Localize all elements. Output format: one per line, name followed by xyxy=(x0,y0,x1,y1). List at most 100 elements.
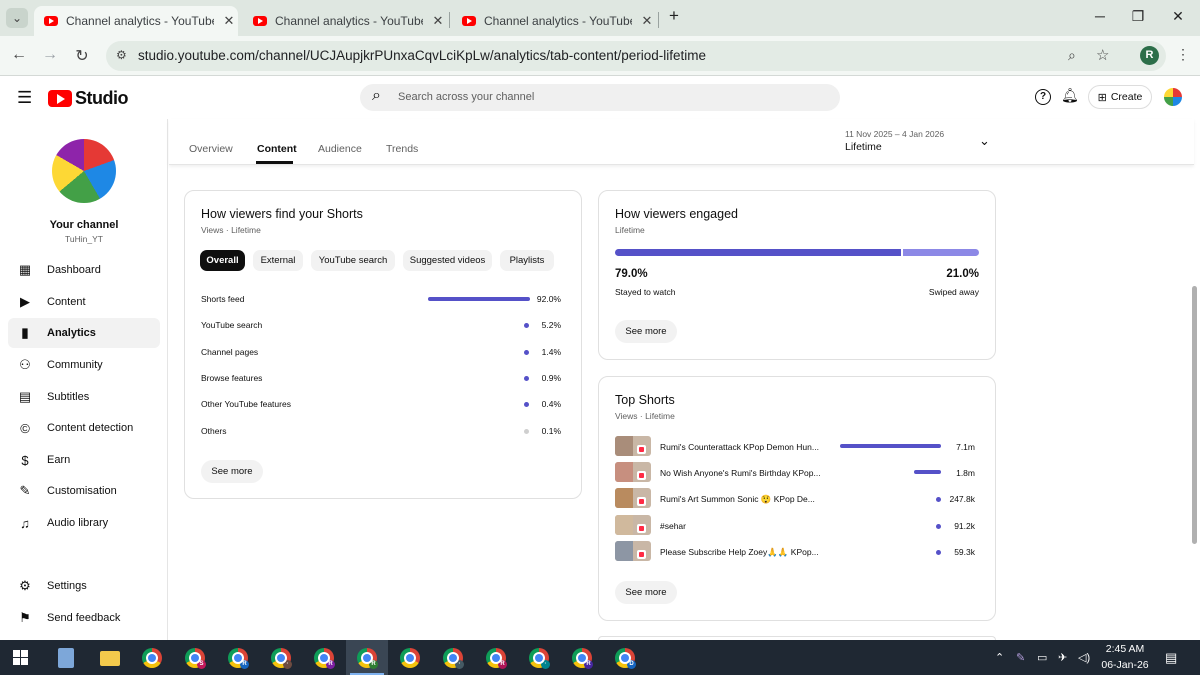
chrome-profile-icon[interactable]: R xyxy=(572,648,593,669)
battery-icon[interactable]: ▭ xyxy=(1037,651,1047,664)
address-bar[interactable]: ⚙ studio.youtube.com/channel/UCJAupjkrPU… xyxy=(106,41,1166,71)
tab-audience[interactable]: Audience xyxy=(318,143,362,155)
chrome-profile-icon[interactable]: R xyxy=(314,648,335,669)
short-title[interactable]: No Wish Anyone's Rumi's Birthday KPop... xyxy=(660,468,821,478)
short-thumbnail[interactable] xyxy=(615,488,651,508)
browser-profile-avatar[interactable]: R xyxy=(1140,46,1159,65)
period-range[interactable]: 11 Nov 2025 – 4 Jan 2026 xyxy=(845,129,944,139)
studio-logo[interactable]: Studio xyxy=(48,88,129,109)
chrome-profile-icon[interactable]: · xyxy=(529,648,550,669)
channel-search-input[interactable]: ⌕ Search across your channel xyxy=(360,84,840,111)
tab-overview[interactable]: Overview xyxy=(189,143,233,155)
see-more-button[interactable]: See more xyxy=(615,581,677,604)
chip-youtube-search[interactable]: YouTube search xyxy=(311,250,395,271)
chip-overall[interactable]: Overall xyxy=(200,250,245,271)
content-icon: ▶ xyxy=(20,294,30,309)
sidebar-item-audio-library[interactable]: ♫ Audio library xyxy=(8,508,160,538)
clock-date[interactable]: 06-Jan-26 xyxy=(1100,659,1150,671)
tab-separator xyxy=(449,12,450,28)
notification-center-icon[interactable]: ▤ xyxy=(1165,650,1177,666)
chrome-profile-icon[interactable]: R xyxy=(357,648,378,669)
sidebar-item-send-feedback[interactable]: ⚑ Send feedback xyxy=(8,603,160,633)
short-thumbnail[interactable] xyxy=(615,436,651,456)
create-label: Create xyxy=(1110,91,1143,103)
see-more-button[interactable]: See more xyxy=(615,320,677,343)
tab-search-icon[interactable]: ⌄ xyxy=(6,8,28,28)
restore-icon[interactable]: ❐ xyxy=(1128,8,1148,25)
close-tab-icon[interactable]: ✕ xyxy=(222,13,236,29)
clock-time[interactable]: 2:45 AM xyxy=(1102,643,1148,655)
close-window-icon[interactable]: ✕ xyxy=(1168,8,1188,25)
short-title[interactable]: Rumi's Counterattack KPop Demon Hun... xyxy=(660,442,819,452)
sidebar-item-customisation[interactable]: ✎ Customisation xyxy=(8,476,160,506)
calculator-icon[interactable] xyxy=(58,648,74,668)
minimize-icon[interactable]: ─ xyxy=(1090,8,1110,24)
chrome-profile-icon[interactable]: · xyxy=(443,648,464,669)
chrome-profile-icon[interactable]: R xyxy=(486,648,507,669)
card-title: How viewers engaged xyxy=(615,207,738,221)
network-icon[interactable]: ✈ xyxy=(1058,651,1067,664)
chevron-down-icon[interactable]: ⌄ xyxy=(979,133,990,149)
short-thumbnail[interactable] xyxy=(615,462,651,482)
period-label[interactable]: Lifetime xyxy=(845,141,882,153)
zoom-icon[interactable]: ⌕ xyxy=(1068,47,1076,64)
tab-content[interactable]: Content xyxy=(257,143,297,155)
new-tab-icon[interactable]: + xyxy=(664,6,684,26)
pen-icon[interactable]: ✎ xyxy=(1016,651,1025,664)
tab-trends[interactable]: Trends xyxy=(386,143,418,155)
short-title[interactable]: Please Subscribe Help Zoey🙏🙏 KPop... xyxy=(660,547,819,558)
sidebar-item-earn[interactable]: $ Earn xyxy=(8,445,160,475)
youtube-favicon-icon xyxy=(253,16,267,26)
sidebar-item-analytics[interactable]: ▮ Analytics xyxy=(8,318,160,348)
tab-title: Channel analytics - YouTube Studio xyxy=(275,14,423,28)
browser-menu-icon[interactable]: ⋮ xyxy=(1176,46,1190,63)
url-text[interactable]: studio.youtube.com/channel/UCJAupjkrPUnx… xyxy=(138,48,706,63)
short-thumbnail[interactable] xyxy=(615,541,651,561)
sidebar-item-settings[interactable]: ⚙ Settings xyxy=(8,571,160,601)
account-avatar[interactable] xyxy=(1164,88,1182,106)
create-button[interactable]: ⊞ Create xyxy=(1088,85,1152,109)
dollar-icon: $ xyxy=(21,452,29,468)
traffic-source-label: YouTube search xyxy=(201,320,263,330)
chrome-profile-icon[interactable]: · xyxy=(271,648,292,669)
chrome-profile-icon[interactable] xyxy=(400,648,420,668)
short-title[interactable]: #sehar xyxy=(660,521,686,531)
chrome-icon[interactable] xyxy=(142,648,162,668)
close-tab-icon[interactable]: ✕ xyxy=(640,13,654,29)
sidebar-item-community[interactable]: ⚇ Community xyxy=(8,350,160,380)
help-icon[interactable]: ? xyxy=(1035,89,1051,105)
traffic-source-value: 0.9% xyxy=(541,373,561,383)
page-scrollbar[interactable] xyxy=(1192,286,1197,544)
back-icon[interactable]: ← xyxy=(9,46,29,64)
chrome-profile-icon[interactable]: R xyxy=(228,648,249,669)
reload-icon[interactable]: ↻ xyxy=(72,46,92,66)
chrome-profile-icon[interactable]: S xyxy=(185,648,206,669)
chip-external[interactable]: External xyxy=(253,250,303,271)
see-more-button[interactable]: See more xyxy=(201,460,263,483)
close-tab-icon[interactable]: ✕ xyxy=(431,13,445,29)
hamburger-menu-icon[interactable]: ☰ xyxy=(17,88,32,108)
sidebar-item-subtitles[interactable]: ▤ Subtitles xyxy=(8,382,160,412)
short-title[interactable]: Rumi's Art Summon Sonic 😲 KPop De... xyxy=(660,494,815,505)
forward-icon[interactable]: → xyxy=(40,46,60,64)
sidebar-item-dashboard[interactable]: ▦ Dashboard xyxy=(8,255,160,285)
site-info-icon[interactable]: ⚙ xyxy=(116,48,127,62)
sidebar-item-content[interactable]: ▶ Content xyxy=(8,287,160,317)
browser-tab-3[interactable]: Channel analytics - YouTube Studio ✕ xyxy=(452,6,656,36)
top-shorts-card: Top Shorts Views · Lifetime Rumi's Count… xyxy=(598,376,996,621)
sidebar-item-content-detection[interactable]: © Content detection xyxy=(8,413,160,443)
channel-avatar[interactable] xyxy=(52,139,116,203)
notifications-bell-icon[interactable]: 🔔︎ xyxy=(1061,87,1079,104)
short-thumbnail[interactable] xyxy=(615,515,651,535)
chrome-profile-icon[interactable]: D xyxy=(615,648,636,669)
chip-playlists[interactable]: Playlists xyxy=(500,250,554,271)
sidebar-item-label: Analytics xyxy=(47,327,96,339)
tray-chevron-up-icon[interactable]: ⌃ xyxy=(995,651,1004,664)
browser-tab-1[interactable]: Channel analytics - YouTube Studio ✕ xyxy=(34,6,238,36)
volume-icon[interactable]: ◁) xyxy=(1078,651,1090,664)
chip-suggested-videos[interactable]: Suggested videos xyxy=(403,250,492,271)
bookmark-star-icon[interactable]: ☆ xyxy=(1096,46,1109,64)
browser-tab-2[interactable]: Channel analytics - YouTube Studio ✕ xyxy=(243,6,447,36)
file-explorer-icon[interactable] xyxy=(100,651,120,666)
windows-start-icon[interactable] xyxy=(13,650,28,665)
